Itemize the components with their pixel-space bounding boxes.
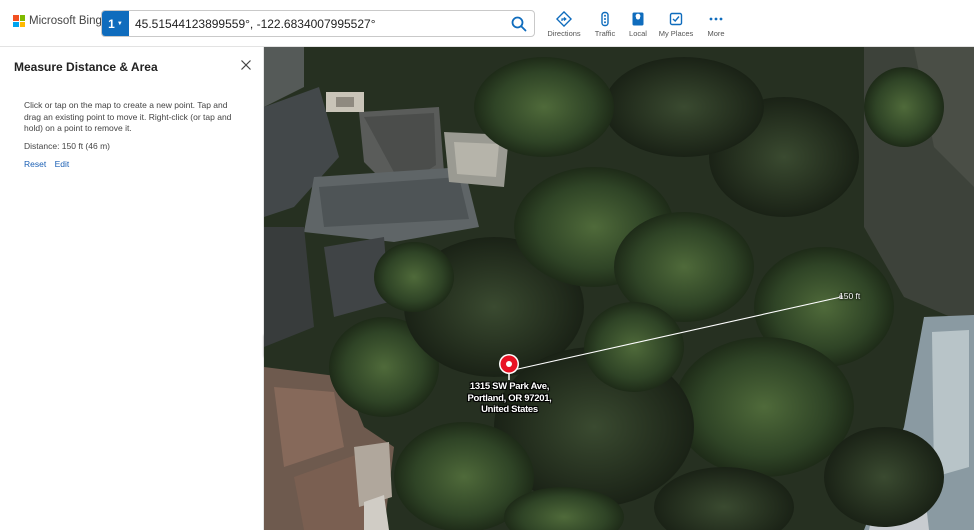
search-icon [511,16,527,32]
panel-title: Measure Distance & Area [14,60,158,74]
search-button[interactable] [510,15,528,33]
nav-label: Directions [547,29,581,38]
measure-distance-label: 150 ft [839,291,861,301]
nav-label: Local [629,29,647,38]
search-box[interactable]: 1 ▼ [101,10,535,37]
address-line: Portland, OR 97201, [467,392,552,404]
distance-readout: Distance: 150 ft (46 m) [24,141,110,151]
bing-logo[interactable]: Microsoft Bing [13,15,102,27]
search-index-label: 1 [108,16,115,31]
search-index-dropdown[interactable]: 1 ▼ [102,11,129,36]
nav-my-places[interactable]: My Places [656,11,696,41]
address-line: United States [481,404,538,415]
search-input[interactable] [135,11,495,36]
map-canvas[interactable]: 1315 SW Park Ave, Portland, OR 97201, Un… [264,47,974,530]
more-icon [709,17,723,21]
nav-more[interactable]: More [696,11,736,41]
my-places-icon [669,12,683,26]
directions-icon [556,11,572,27]
microsoft-logo-icon [13,15,25,27]
top-bar: Microsoft Bing 1 ▼ Directions Traffic [0,0,974,47]
aerial-imagery [264,47,974,530]
close-icon[interactable] [240,59,252,71]
traffic-icon [601,11,609,27]
nav-local[interactable]: Local [618,11,658,41]
local-icon [632,12,644,26]
panel-description: Click or tap on the map to create a new … [24,100,232,133]
brand-name: Microsoft Bing [29,15,102,27]
pin-address-label: 1315 SW Park Ave, Portland, OR 97201, Un… [462,381,557,416]
nav-label: My Places [658,29,694,38]
edit-link[interactable]: Edit [55,159,70,169]
measure-panel: Measure Distance & Area Click or tap on … [0,47,264,530]
reset-link[interactable]: Reset [24,159,46,169]
chevron-down-icon: ▼ [116,20,123,27]
nav-label: More [707,29,725,38]
nav-directions[interactable]: Directions [544,11,584,41]
address-line: 1315 SW Park Ave, [469,381,550,392]
panel-actions: Reset Edit [24,159,75,169]
